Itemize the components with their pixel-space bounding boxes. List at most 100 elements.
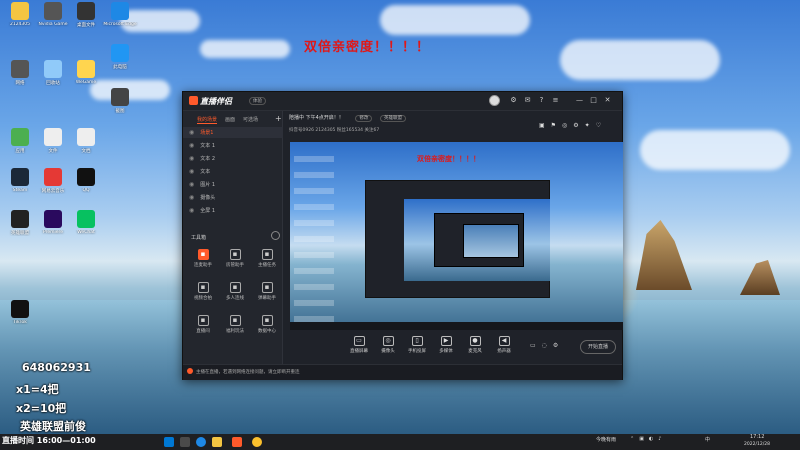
- nested-preview-window: [365, 180, 550, 298]
- scene-item[interactable]: ◉ 场景1: [183, 127, 283, 138]
- desktop-icon[interactable]: 此电脑: [100, 44, 140, 70]
- clock-date[interactable]: 2022/12/28: [744, 442, 770, 447]
- source-mic[interactable]: ● 麦克风: [460, 336, 490, 354]
- app-icon: [44, 2, 62, 20]
- source-phone[interactable]: ▯ 手机投屏: [402, 336, 432, 354]
- visibility-icon[interactable]: ◉: [189, 155, 194, 162]
- desktop-icon[interactable]: TikTok: [0, 300, 40, 325]
- tool-video[interactable]: ▪ 视频合拍: [189, 282, 217, 301]
- live-preview[interactable]: 双倍亲密度！！！！: [290, 142, 623, 330]
- scene-tabs: 我的场景 画面 可选场: [197, 116, 266, 124]
- toolbox-title: 工具箱: [191, 235, 207, 241]
- windows-start-icon[interactable]: [164, 437, 174, 447]
- tray-icons[interactable]: ⌃▣◐♪: [630, 436, 666, 442]
- category-selector[interactable]: 英雄联盟: [379, 115, 406, 122]
- wechat-icon: [77, 210, 95, 228]
- scene-item[interactable]: ◉ 摄像头: [183, 192, 283, 203]
- toolbox-collapse-icon[interactable]: [271, 231, 280, 240]
- tool-data[interactable]: ▪ 数据中心: [253, 315, 281, 334]
- tool-room[interactable]: ▪ 直播间: [189, 315, 217, 334]
- premiere-icon: [44, 210, 62, 228]
- edit-title-button[interactable]: 修改: [355, 115, 373, 122]
- desktop-icon[interactable]: WeGame: [66, 60, 106, 85]
- source-label: 麦克风: [468, 349, 482, 354]
- message-icon[interactable]: ✉: [523, 96, 532, 105]
- task-icon: ▪: [261, 249, 273, 260]
- notice-bar: 主播在直播，若遇到网络连接问题，请立即断开重连: [183, 364, 622, 380]
- visibility-icon[interactable]: ◉: [189, 207, 194, 214]
- source-label: 直播屏幕: [350, 349, 368, 354]
- desktop-rock: [740, 260, 780, 295]
- menu-icon[interactable]: ≡: [551, 96, 560, 105]
- visibility-icon[interactable]: ◉: [189, 142, 194, 149]
- desktop-icon-label: Microsoft Edge: [103, 22, 137, 27]
- scene-label: 图片 1: [200, 182, 216, 188]
- app-icon[interactable]: [252, 437, 262, 447]
- source-screen[interactable]: ▭ 直播屏幕: [344, 336, 374, 354]
- desktop-icon-label: 截图: [115, 109, 125, 114]
- visibility-icon[interactable]: ◉: [189, 168, 194, 175]
- preview-headline: 双倍亲密度！！！！: [417, 155, 480, 163]
- mic-tool-icon: ▪: [197, 249, 209, 260]
- tool-chat[interactable]: ▪ 弹幕助手: [253, 282, 281, 301]
- tool-mic-tool[interactable]: ▪ 连麦助手: [189, 249, 217, 268]
- tiktok-icon: [11, 300, 29, 318]
- people-icon: ▪: [229, 282, 241, 293]
- tool-label: 福利玩法: [226, 329, 244, 334]
- input-language[interactable]: 中: [705, 436, 710, 443]
- visibility-icon[interactable]: ◉: [189, 181, 194, 188]
- recycle-bin-icon: [44, 60, 62, 78]
- minimize-button[interactable]: —: [575, 96, 584, 105]
- scene-item[interactable]: ◉ 文本: [183, 166, 283, 177]
- app-logo-text: 直播伴侣: [200, 97, 232, 106]
- tab-my-scenes[interactable]: 我的场景: [197, 117, 218, 124]
- tab-optional[interactable]: 可选场: [243, 117, 258, 123]
- scene-label: 全屏 1: [200, 208, 216, 214]
- maximize-button[interactable]: □: [589, 96, 598, 105]
- source-media[interactable]: ▶ 多媒体: [431, 336, 461, 354]
- desktop-icon[interactable]: 截图: [100, 88, 140, 114]
- desktop-icon[interactable]: 文档: [66, 128, 106, 154]
- settings-icon[interactable]: ⚙: [509, 96, 518, 105]
- top-right-tools[interactable]: ▣⚑◎⚙✦♡: [539, 122, 607, 129]
- mic-icon: ●: [469, 336, 481, 346]
- source-speaker[interactable]: ◀ 扬声器: [489, 336, 519, 354]
- desktop-icon[interactable]: QQ: [66, 168, 106, 193]
- visibility-icon[interactable]: ◉: [189, 129, 194, 136]
- search-icon[interactable]: [180, 437, 190, 447]
- tool-gift[interactable]: ▪ 福利玩法: [221, 315, 249, 334]
- nested-window-2: [434, 213, 524, 267]
- scene-item[interactable]: ◉ 图片 1: [183, 179, 283, 190]
- scene-item[interactable]: ◉ 文本 2: [183, 153, 283, 164]
- music-icon: [44, 168, 62, 186]
- desktop-icon-label: WeGame: [75, 80, 97, 85]
- scene-item[interactable]: ◉ 文本 1: [183, 140, 283, 151]
- close-button[interactable]: ✕: [603, 96, 612, 105]
- source-label: 手机投屏: [408, 349, 426, 354]
- start-live-button[interactable]: 开始直播: [580, 340, 616, 354]
- file-explorer-icon[interactable]: [212, 437, 222, 447]
- camera-icon: ◎: [382, 336, 394, 346]
- avatar[interactable]: [489, 95, 500, 106]
- desktop-icon[interactable]: WeChat: [66, 210, 106, 235]
- help-icon[interactable]: ?: [537, 96, 546, 105]
- version-badge[interactable]: 体验: [249, 97, 266, 105]
- edge-icon[interactable]: [196, 437, 206, 447]
- tool-label: 弹幕助手: [258, 296, 276, 301]
- tool-task[interactable]: ▪ 主播任务: [253, 249, 281, 268]
- extra-tools[interactable]: ▭◌⚙: [530, 342, 564, 349]
- tool-people[interactable]: ▪ 多人连线: [221, 282, 249, 301]
- tool-user[interactable]: ▪ 房管助手: [221, 249, 249, 268]
- clock-time[interactable]: 17:12: [750, 434, 764, 440]
- scene-item[interactable]: ◉ 全屏 1: [183, 205, 283, 216]
- add-scene-icon[interactable]: +: [275, 114, 282, 123]
- desktop-icon[interactable]: Microsoft Edge: [100, 2, 140, 27]
- app-icon: [111, 88, 129, 106]
- visibility-icon[interactable]: ◉: [189, 194, 194, 201]
- weather-text[interactable]: 今晚有雨: [596, 436, 616, 443]
- live-studio-icon[interactable]: [232, 437, 242, 447]
- user-icon: ▪: [229, 249, 241, 260]
- source-camera[interactable]: ◎ 摄像头: [373, 336, 403, 354]
- tab-canvas[interactable]: 画面: [225, 117, 235, 123]
- game-icon: [11, 210, 29, 228]
